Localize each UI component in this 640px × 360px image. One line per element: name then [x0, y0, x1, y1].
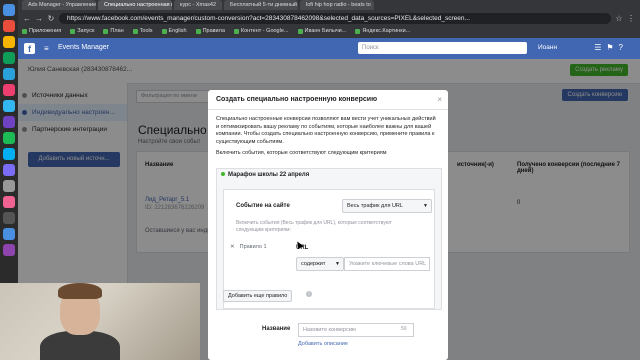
bookmark-item[interactable]: Правила	[195, 28, 225, 34]
app-icon[interactable]	[3, 212, 15, 224]
app-icon[interactable]	[3, 132, 15, 144]
app-icon[interactable]	[3, 52, 15, 64]
browser-tab[interactable]: lofi hip hop radio - beats to	[300, 0, 375, 10]
event-on-site-label: Событие на сайте	[236, 203, 290, 209]
hamburger-icon[interactable]: ≡	[44, 44, 49, 53]
criteria-label: Включить события, которые соответствуют …	[216, 150, 387, 156]
browser-tab[interactable]: Бесплатный 5-ти дневный м	[224, 0, 299, 10]
apps-icon	[22, 28, 27, 34]
app-title: Events Manager	[58, 44, 109, 51]
browser-tab[interactable]: курс - Xmas42	[174, 0, 223, 10]
event-source: Марафон школы 22 апреля	[221, 172, 309, 178]
rule-row: ✕ Правило 1	[230, 244, 267, 250]
app-icon[interactable]	[3, 4, 15, 16]
bookmark-item[interactable]: Контент - Google...	[233, 28, 289, 34]
browser-chrome: Ads Manager - Управление ре Специально н…	[18, 0, 640, 38]
reload-icon[interactable]: ↻	[47, 14, 55, 23]
dialog-description: Специально настроенные конверсии позволя…	[216, 116, 436, 145]
chevron-down-icon: ▼	[423, 203, 428, 209]
bookmark-item[interactable]: Яндекс.Картинки...	[355, 28, 410, 34]
bookmark-label: English	[168, 28, 187, 34]
tab-strip: Ads Manager - Управление ре Специально н…	[18, 0, 640, 11]
bookmark-label: Запуск	[77, 28, 95, 34]
bookmark-icon	[132, 28, 138, 34]
webcam-overlay	[0, 283, 200, 360]
bookmark-apps[interactable]: Приложения	[22, 28, 61, 34]
bookmarks-bar: Приложения Запуск План Tools English Пра…	[18, 25, 640, 37]
app-icon[interactable]	[3, 68, 15, 80]
menu-icon[interactable]: ⋮	[627, 14, 635, 23]
browser-tab-active[interactable]: Специально настроенная кр	[98, 0, 172, 10]
presenter-hair	[58, 283, 102, 299]
bookmark-label: Правила	[202, 28, 225, 34]
bookmark-item[interactable]: English	[161, 28, 187, 34]
app-icon[interactable]	[3, 228, 15, 240]
name-label: Название	[262, 326, 291, 332]
create-custom-conversion-dialog: Создать специально настроенную конверсию…	[208, 90, 448, 360]
rule-label: Правило 1	[239, 244, 267, 250]
search-input[interactable]: Поиск	[358, 42, 527, 54]
bookmark-label: Яндекс.Картинки...	[362, 28, 411, 34]
bookmark-label: Tools	[139, 28, 153, 34]
rule-hint: Включить события (Весь трафик для URL), …	[236, 220, 392, 233]
event-name: Марафон школы 22 апреля	[228, 172, 310, 178]
bookmark-label: Иванн Билычи...	[304, 28, 347, 34]
bookmark-icon	[233, 28, 239, 34]
add-description-link[interactable]: Добавить описание	[298, 341, 348, 347]
status-dot-icon	[221, 172, 225, 176]
bookmark-item[interactable]: План	[103, 28, 124, 34]
browser-tab[interactable]: Ads Manager - Управление ре	[22, 0, 96, 10]
bookmark-icon	[161, 28, 167, 34]
bookmark-label: План	[110, 28, 124, 34]
contains-select[interactable]: содержит ▼	[296, 257, 344, 271]
conversion-name-input[interactable]: Назовите конверсию	[298, 323, 414, 337]
bookmark-icon	[195, 28, 201, 34]
url-keywords-input[interactable]: Укажите ключевые слова URL	[344, 257, 430, 271]
traffic-select-value: Весь трафик для URL	[347, 203, 403, 209]
app-icon[interactable]	[3, 100, 15, 112]
presenter-torso	[40, 331, 120, 360]
app-icon[interactable]	[3, 20, 15, 32]
back-icon[interactable]: ←	[23, 14, 31, 23]
app-icon[interactable]	[3, 244, 15, 256]
bookmark-item[interactable]: Иванн Билычи...	[297, 28, 347, 34]
bookmark-icon	[103, 28, 109, 34]
traffic-select[interactable]: Весь трафик для URL ▼	[342, 199, 432, 213]
fb-topbar: f ≡ Events Manager Поиск Иоанн ☰⚑?	[18, 38, 640, 59]
app-icon[interactable]	[3, 196, 15, 208]
close-icon[interactable]: ×	[437, 90, 442, 109]
star-icon[interactable]: ☆	[615, 14, 623, 23]
contains-select-value: содержит	[301, 261, 326, 267]
app-icon[interactable]	[3, 116, 15, 128]
bookmark-label: Приложения	[29, 28, 62, 34]
bookmark-icon	[70, 28, 76, 34]
dialog-header: Создать специально настроенную конверсию…	[208, 90, 448, 110]
facebook-logo-icon[interactable]: f	[24, 43, 35, 54]
user-name[interactable]: Иоанн	[538, 44, 557, 51]
bookmark-icon	[297, 28, 303, 34]
app-icon[interactable]	[3, 164, 15, 176]
address-row: ← → ↻ https://www.facebook.com/events_ma…	[18, 11, 640, 25]
bookmark-item[interactable]: Запуск	[70, 28, 94, 34]
name-char-counter: 50	[401, 326, 407, 332]
bookmark-label: Контент - Google...	[240, 28, 289, 34]
bookmark-icon	[355, 28, 361, 34]
dialog-title: Создать специально настроенную конверсию	[216, 96, 378, 103]
app-icon[interactable]	[3, 84, 15, 96]
app-icon[interactable]	[3, 36, 15, 48]
chevron-down-icon: ▼	[335, 261, 340, 267]
add-rule-button[interactable]: Добавить еще правило	[223, 290, 293, 302]
rule-panel: Марафон школы 22 апреля Событие на сайте…	[216, 168, 442, 310]
remove-rule-icon[interactable]: ✕	[230, 244, 235, 250]
info-icon[interactable]: i	[306, 291, 312, 297]
bookmark-item[interactable]: Tools	[132, 28, 153, 34]
forward-icon[interactable]: →	[35, 14, 43, 23]
notification-icons[interactable]: ☰⚑?	[594, 43, 628, 52]
address-bar[interactable]: https://www.facebook.com/events_manager/…	[59, 12, 611, 24]
app-icon[interactable]	[3, 180, 15, 192]
app-icon[interactable]	[3, 148, 15, 160]
